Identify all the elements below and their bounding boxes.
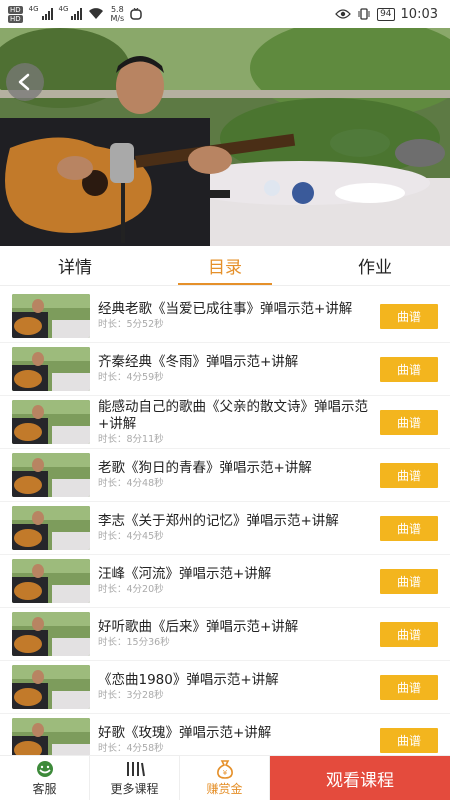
video-frame-guitarist [0, 28, 450, 246]
duration-value: 15分36秒 [126, 637, 170, 648]
lesson-row[interactable]: 好听歌曲《后来》弹唱示范+讲解 时长：15分36秒 曲谱 [0, 608, 450, 661]
svg-text:¥: ¥ [222, 769, 227, 777]
duration-prefix: 时长： [98, 743, 127, 754]
wifi-icon [89, 8, 104, 19]
score-button[interactable]: 曲谱 [380, 462, 438, 488]
library-icon [126, 762, 145, 777]
service-label: 客服 [32, 782, 57, 796]
score-button[interactable]: 曲谱 [380, 356, 438, 382]
lesson-row[interactable]: 老歌《狗日的青春》弹唱示范+讲解 时长：4分48秒 曲谱 [0, 449, 450, 502]
lesson-thumbnail [12, 400, 90, 444]
lesson-thumbnail [12, 559, 90, 603]
score-button[interactable]: 曲谱 [380, 303, 438, 329]
network-type-2: 4G [58, 5, 69, 13]
duration-value: 4分45秒 [126, 531, 164, 542]
network-type-1: 4G [28, 5, 39, 13]
back-button[interactable] [6, 63, 44, 101]
lesson-row[interactable]: 好歌《玫瑰》弹唱示范+讲解 时长：4分58秒 曲谱 [0, 714, 450, 755]
lesson-duration: 时长：4分45秒 [98, 530, 372, 543]
headset-icon [36, 761, 53, 777]
duration-value: 4分48秒 [126, 478, 164, 489]
duration-prefix: 时长： [98, 372, 127, 383]
lesson-duration: 时长：4分58秒 [98, 742, 372, 755]
back-arrow-icon [18, 73, 30, 91]
lesson-row[interactable]: 《恋曲1980》弹唱示范+讲解 时长：3分28秒 曲谱 [0, 661, 450, 714]
eye-icon [335, 9, 351, 19]
lesson-title: 好听歌曲《后来》弹唱示范+讲解 [98, 619, 299, 635]
lesson-title: 能感动自己的歌曲《父亲的散文诗》弹唱示范+讲解 [98, 398, 368, 432]
lesson-title: 《恋曲1980》弹唱示范+讲解 [98, 672, 279, 688]
lesson-duration: 时长：15分36秒 [98, 636, 372, 649]
earn-button[interactable]: ¥ 赚赏金 [180, 756, 270, 800]
earn-label: 赚赏金 [206, 782, 243, 796]
lesson-duration: 时长：3分28秒 [98, 689, 372, 702]
lesson-thumbnail [12, 453, 90, 497]
vibrate-icon [358, 8, 370, 20]
duration-value: 5分52秒 [126, 319, 164, 330]
duration-value: 4分20秒 [126, 584, 164, 595]
tab-bar: 详情 目录 作业 [0, 246, 450, 286]
score-button[interactable]: 曲谱 [380, 568, 438, 594]
lesson-title: 好歌《玫瑰》弹唱示范+讲解 [98, 725, 272, 741]
hd-indicator: HD HD [8, 5, 23, 23]
lesson-duration: 时长：4分48秒 [98, 477, 372, 490]
duration-value: 4分58秒 [126, 743, 164, 754]
lesson-thumbnail [12, 665, 90, 709]
duration-value: 8分11秒 [126, 433, 164, 445]
tab-details[interactable]: 详情 [0, 246, 150, 285]
score-button[interactable]: 曲谱 [380, 515, 438, 541]
battery-indicator: 94 [377, 7, 395, 21]
lesson-title: 汪峰《河流》弹唱示范+讲解 [98, 566, 272, 582]
money-bag-icon: ¥ [216, 760, 233, 779]
service-button[interactable]: 客服 [0, 756, 90, 800]
bottom-bar: 客服 更多课程 ¥ 赚赏金 观看课程 [0, 755, 450, 800]
duration-prefix: 时长： [98, 584, 127, 595]
more-courses-button[interactable]: 更多课程 [90, 756, 180, 800]
tab-catalog[interactable]: 目录 [150, 246, 300, 285]
lesson-duration: 时长：4分20秒 [98, 583, 372, 596]
lesson-row[interactable]: 李志《关于郑州的记忆》弹唱示范+讲解 时长：4分45秒 曲谱 [0, 502, 450, 555]
lesson-title: 齐秦经典《冬雨》弹唱示范+讲解 [98, 354, 299, 370]
lesson-title: 经典老歌《当爱已成往事》弹唱示范+讲解 [98, 301, 353, 317]
score-button[interactable]: 曲谱 [380, 727, 438, 753]
notification-icon [130, 8, 142, 20]
lesson-title: 李志《关于郑州的记忆》弹唱示范+讲解 [98, 513, 339, 529]
duration-prefix: 时长： [98, 531, 127, 542]
lesson-thumbnail [12, 612, 90, 656]
lesson-row[interactable]: 能感动自己的歌曲《父亲的散文诗》弹唱示范+讲解 时长：8分11秒 曲谱 [0, 396, 450, 449]
signal-icon [41, 8, 53, 20]
duration-value: 3分28秒 [126, 690, 164, 701]
duration-prefix: 时长： [98, 319, 127, 330]
tab-homework[interactable]: 作业 [300, 246, 450, 285]
lesson-thumbnail [12, 718, 90, 755]
lesson-row[interactable]: 齐秦经典《冬雨》弹唱示范+讲解 时长：4分59秒 曲谱 [0, 343, 450, 396]
lesson-thumbnail [12, 347, 90, 391]
lesson-list: 经典老歌《当爱已成往事》弹唱示范+讲解 时长：5分52秒 曲谱 齐秦经典《冬雨》… [0, 290, 450, 755]
lesson-duration: 时长：4分59秒 [98, 371, 372, 384]
lesson-title: 老歌《狗日的青春》弹唱示范+讲解 [98, 460, 312, 476]
score-button[interactable]: 曲谱 [380, 674, 438, 700]
duration-prefix: 时长： [98, 433, 127, 445]
lesson-duration: 时长：8分11秒 [98, 433, 372, 446]
signal-icon [71, 8, 83, 20]
more-courses-label: 更多课程 [110, 782, 159, 796]
duration-value: 4分59秒 [126, 372, 164, 383]
score-button[interactable]: 曲谱 [380, 621, 438, 647]
lesson-thumbnail [12, 294, 90, 338]
clock: 10:03 [400, 6, 438, 22]
status-bar: HD HD 4G 4G 5.8 M/s 94 10:03 [0, 0, 450, 28]
lesson-thumbnail [12, 506, 90, 550]
lesson-row[interactable]: 汪峰《河流》弹唱示范+讲解 时长：4分20秒 曲谱 [0, 555, 450, 608]
lesson-row[interactable]: 经典老歌《当爱已成往事》弹唱示范+讲解 时长：5分52秒 曲谱 [0, 290, 450, 343]
lesson-duration: 时长：5分52秒 [98, 318, 372, 331]
network-speed: 5.8 M/s [110, 5, 125, 23]
video-player[interactable] [0, 28, 450, 246]
watch-course-button[interactable]: 观看课程 [270, 756, 450, 800]
duration-prefix: 时长： [98, 690, 127, 701]
duration-prefix: 时长： [98, 478, 127, 489]
score-button[interactable]: 曲谱 [380, 409, 438, 435]
duration-prefix: 时长： [98, 637, 127, 648]
